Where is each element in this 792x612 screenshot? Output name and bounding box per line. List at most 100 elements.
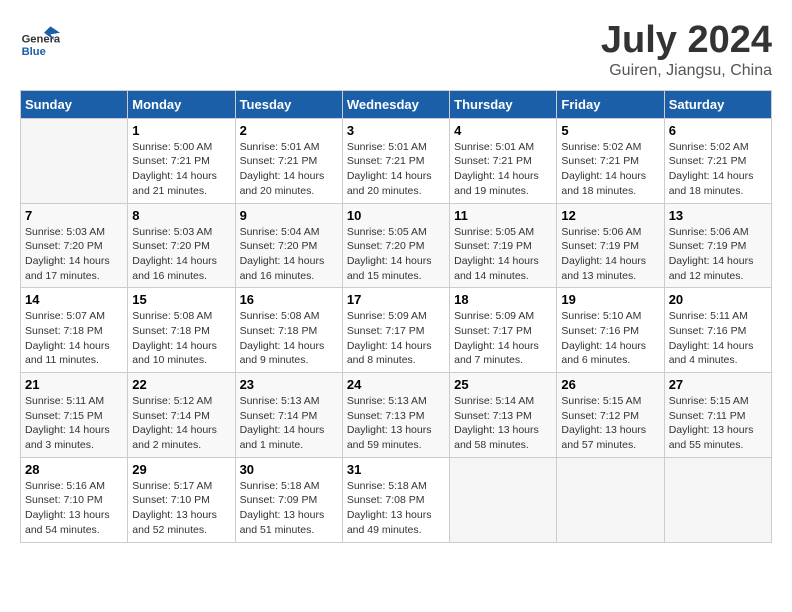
day-info: Sunrise: 5:01 AM Sunset: 7:21 PM Dayligh… [347,140,445,199]
day-number: 14 [25,292,123,307]
calendar-cell: 6Sunrise: 5:02 AM Sunset: 7:21 PM Daylig… [664,118,771,203]
day-info: Sunrise: 5:01 AM Sunset: 7:21 PM Dayligh… [240,140,338,199]
day-info: Sunrise: 5:12 AM Sunset: 7:14 PM Dayligh… [132,394,230,453]
day-number: 17 [347,292,445,307]
title-area: July 2024 Guiren, Jiangsu, China [601,20,772,80]
day-number: 8 [132,208,230,223]
calendar-title: July 2024 [601,20,772,62]
calendar-cell: 29 Sunrise: 5:17 AM Sunset: 7:10 PM Dayli… [128,457,235,542]
day-info: Sunrise: 5:18 AM Sunset: 7:09 PM Dayligh… [240,479,338,538]
day-info: Sunrise: 5:13 AM Sunset: 7:13 PM Dayligh… [347,394,445,453]
calendar-cell: 5Sunrise: 5:02 AM Sunset: 7:21 PM Daylig… [557,118,664,203]
day-info: Sunrise: 5:17 AM Sunset: 7:10 PM Dayligh… [132,479,230,538]
day-info: Sunrise: 5:11 AM Sunset: 7:15 PM Dayligh… [25,394,123,453]
day-number: 15 [132,292,230,307]
header-cell-wednesday: Wednesday [342,90,449,118]
logo: General Blue [20,20,60,60]
header-cell-sunday: Sunday [21,90,128,118]
day-info: Sunrise: 5:04 AM Sunset: 7:20 PM Dayligh… [240,225,338,284]
calendar-cell: 21 Sunrise: 5:11 AM Sunset: 7:15 PM Dayli… [21,373,128,458]
header-cell-monday: Monday [128,90,235,118]
calendar-cell: 17 Sunrise: 5:09 AM Sunset: 7:17 PM Dayli… [342,288,449,373]
calendar-table: SundayMondayTuesdayWednesdayThursdayFrid… [20,90,772,543]
day-number: 30 [240,462,338,477]
calendar-cell: 7 Sunrise: 5:03 AM Sunset: 7:20 PM Daylig… [21,203,128,288]
day-info: Sunrise: 5:03 AM Sunset: 7:20 PM Dayligh… [132,225,230,284]
day-info: Sunrise: 5:06 AM Sunset: 7:19 PM Dayligh… [561,225,659,284]
calendar-cell: 8 Sunrise: 5:03 AM Sunset: 7:20 PM Daylig… [128,203,235,288]
calendar-cell: 31 Sunrise: 5:18 AM Sunset: 7:08 PM Dayli… [342,457,449,542]
day-info: Sunrise: 5:08 AM Sunset: 7:18 PM Dayligh… [240,309,338,368]
day-number: 20 [669,292,767,307]
day-info: Sunrise: 5:06 AM Sunset: 7:19 PM Dayligh… [669,225,767,284]
day-number: 1 [132,123,230,138]
calendar-cell: 26 Sunrise: 5:15 AM Sunset: 7:12 PM Dayli… [557,373,664,458]
calendar-cell: 12 Sunrise: 5:06 AM Sunset: 7:19 PM Dayli… [557,203,664,288]
calendar-cell: 11Sunrise: 5:05 AM Sunset: 7:19 PM Dayli… [450,203,557,288]
calendar-cell: 1 Sunrise: 5:00 AM Sunset: 7:21 PM Daylig… [128,118,235,203]
week-row-1: 1 Sunrise: 5:00 AM Sunset: 7:21 PM Daylig… [21,118,772,203]
header-cell-saturday: Saturday [664,90,771,118]
logo-icon: General Blue [20,20,60,60]
day-info: Sunrise: 5:09 AM Sunset: 7:17 PM Dayligh… [347,309,445,368]
day-number: 13 [669,208,767,223]
day-number: 31 [347,462,445,477]
calendar-cell: 25 Sunrise: 5:14 AM Sunset: 7:13 PM Dayli… [450,373,557,458]
day-info: Sunrise: 5:08 AM Sunset: 7:18 PM Dayligh… [132,309,230,368]
day-number: 7 [25,208,123,223]
header-cell-tuesday: Tuesday [235,90,342,118]
day-number: 24 [347,377,445,392]
svg-text:General: General [22,33,60,45]
calendar-cell [21,118,128,203]
day-number: 11 [454,208,552,223]
day-info: Sunrise: 5:00 AM Sunset: 7:21 PM Dayligh… [132,140,230,199]
day-info: Sunrise: 5:14 AM Sunset: 7:13 PM Dayligh… [454,394,552,453]
day-info: Sunrise: 5:09 AM Sunset: 7:17 PM Dayligh… [454,309,552,368]
calendar-cell: 14 Sunrise: 5:07 AM Sunset: 7:18 PM Dayli… [21,288,128,373]
week-row-3: 14 Sunrise: 5:07 AM Sunset: 7:18 PM Dayli… [21,288,772,373]
week-row-5: 28Sunrise: 5:16 AM Sunset: 7:10 PM Dayli… [21,457,772,542]
calendar-cell: 22Sunrise: 5:12 AM Sunset: 7:14 PM Dayli… [128,373,235,458]
day-info: Sunrise: 5:18 AM Sunset: 7:08 PM Dayligh… [347,479,445,538]
day-number: 19 [561,292,659,307]
calendar-cell: 3 Sunrise: 5:01 AM Sunset: 7:21 PM Daylig… [342,118,449,203]
week-row-2: 7 Sunrise: 5:03 AM Sunset: 7:20 PM Daylig… [21,203,772,288]
page-header: General Blue July 2024 Guiren, Jiangsu, … [20,20,772,80]
calendar-cell [557,457,664,542]
calendar-cell: 2 Sunrise: 5:01 AM Sunset: 7:21 PM Daylig… [235,118,342,203]
calendar-cell: 23Sunrise: 5:13 AM Sunset: 7:14 PM Dayli… [235,373,342,458]
day-number: 25 [454,377,552,392]
day-info: Sunrise: 5:16 AM Sunset: 7:10 PM Dayligh… [25,479,123,538]
week-row-4: 21 Sunrise: 5:11 AM Sunset: 7:15 PM Dayli… [21,373,772,458]
day-number: 21 [25,377,123,392]
day-info: Sunrise: 5:07 AM Sunset: 7:18 PM Dayligh… [25,309,123,368]
calendar-cell [664,457,771,542]
calendar-cell: 20Sunrise: 5:11 AM Sunset: 7:16 PM Dayli… [664,288,771,373]
day-number: 3 [347,123,445,138]
calendar-cell: 28Sunrise: 5:16 AM Sunset: 7:10 PM Dayli… [21,457,128,542]
calendar-cell: 15 Sunrise: 5:08 AM Sunset: 7:18 PM Dayli… [128,288,235,373]
calendar-cell [450,457,557,542]
day-number: 29 [132,462,230,477]
calendar-cell: 16Sunrise: 5:08 AM Sunset: 7:18 PM Dayli… [235,288,342,373]
day-number: 2 [240,123,338,138]
day-number: 12 [561,208,659,223]
day-number: 4 [454,123,552,138]
header-row: SundayMondayTuesdayWednesdayThursdayFrid… [21,90,772,118]
day-info: Sunrise: 5:13 AM Sunset: 7:14 PM Dayligh… [240,394,338,453]
calendar-cell: 4Sunrise: 5:01 AM Sunset: 7:21 PM Daylig… [450,118,557,203]
calendar-cell: 18Sunrise: 5:09 AM Sunset: 7:17 PM Dayli… [450,288,557,373]
day-info: Sunrise: 5:03 AM Sunset: 7:20 PM Dayligh… [25,225,123,284]
day-number: 9 [240,208,338,223]
calendar-cell: 9 Sunrise: 5:04 AM Sunset: 7:20 PM Daylig… [235,203,342,288]
day-number: 10 [347,208,445,223]
header-cell-thursday: Thursday [450,90,557,118]
day-number: 26 [561,377,659,392]
calendar-cell: 13 Sunrise: 5:06 AM Sunset: 7:19 PM Dayli… [664,203,771,288]
day-number: 27 [669,377,767,392]
calendar-cell: 27Sunrise: 5:15 AM Sunset: 7:11 PM Dayli… [664,373,771,458]
day-info: Sunrise: 5:10 AM Sunset: 7:16 PM Dayligh… [561,309,659,368]
day-info: Sunrise: 5:05 AM Sunset: 7:20 PM Dayligh… [347,225,445,284]
svg-text:Blue: Blue [22,46,46,58]
day-info: Sunrise: 5:15 AM Sunset: 7:12 PM Dayligh… [561,394,659,453]
